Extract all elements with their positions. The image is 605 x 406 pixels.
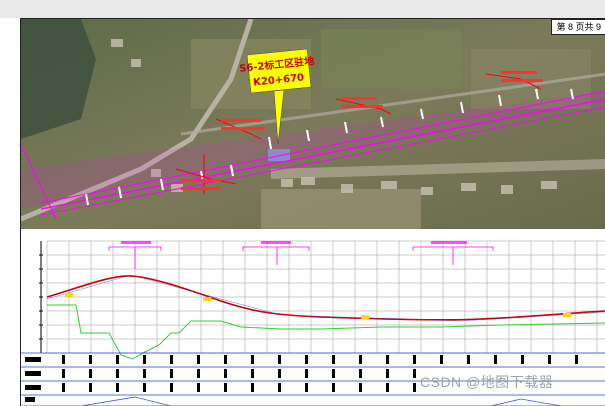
- watermark-text: CSDN @地图下载器: [420, 374, 554, 390]
- drawing-sheet: S6-2标工区驻地 K20+670 第 8 页共 9: [20, 18, 605, 406]
- page-number-label: 第 8 页共 9: [551, 19, 605, 35]
- aerial-map: S6-2标工区驻地 K20+670: [21, 19, 605, 229]
- top-toolbar-strip: [0, 0, 605, 18]
